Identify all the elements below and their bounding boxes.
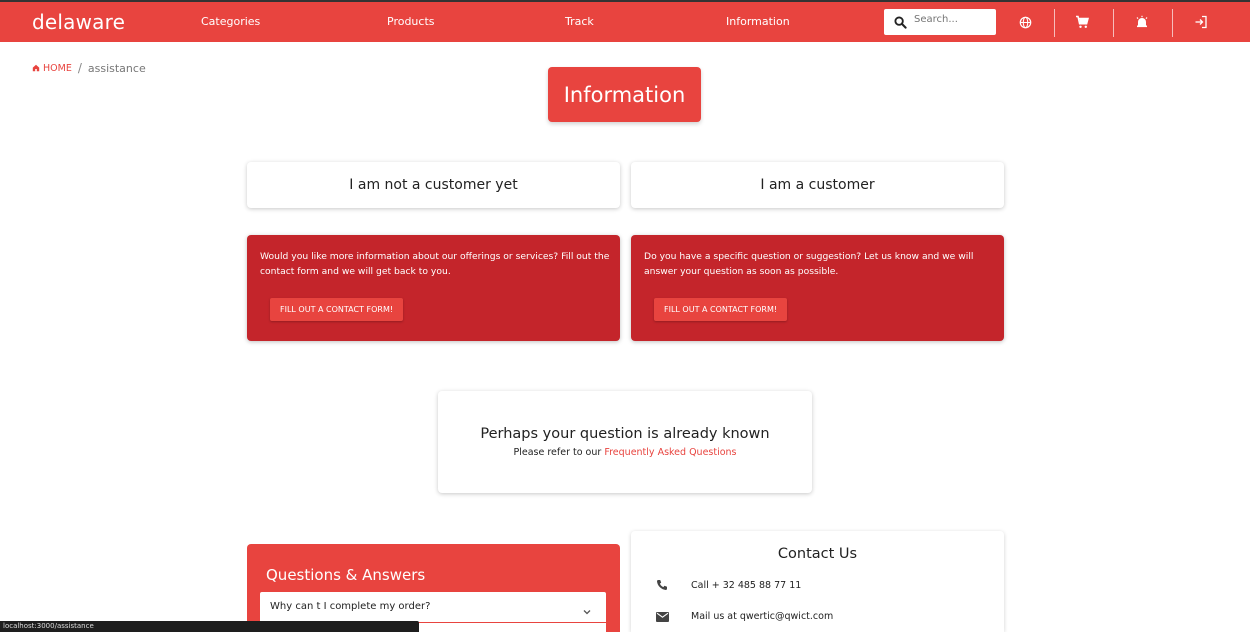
faq-prefix: Please refer to our — [513, 447, 602, 458]
faq-card: Perhaps your question is already known P… — [438, 391, 812, 493]
breadcrumb-current: assistance — [87, 61, 146, 75]
qa-panel: Questions & Answers Why can t I complete… — [247, 544, 620, 632]
toolbar-divider — [1172, 9, 1173, 37]
tab-not-customer[interactable]: I am not a customer yet — [247, 162, 620, 208]
contact-card: Contact Us Call + 32 485 88 77 11 Mail u… — [631, 531, 1004, 632]
customer-card-text: Do you have a specific question or sugge… — [644, 251, 974, 277]
brand-logo[interactable]: delaware — [32, 10, 125, 34]
breadcrumb-separator: / — [77, 61, 82, 75]
toolbar-divider — [1054, 9, 1055, 37]
contact-phone[interactable]: Call + 32 485 88 77 11 — [691, 580, 801, 591]
prospect-card-text: Would you like more information about ou… — [260, 251, 610, 277]
toolbar-divider — [1113, 9, 1114, 37]
qa-accordion-item[interactable]: Why can t I complete my order? — [260, 592, 606, 622]
top-nav-bar: delaware Categories Products Track Infor… — [0, 0, 1250, 42]
nav-track[interactable]: Track — [565, 15, 594, 28]
browser-status-bar: localhost:3000/assistance — [0, 621, 419, 632]
qa-question: Why can t I complete my order? — [270, 601, 431, 612]
nav-categories[interactable]: Categories — [201, 15, 260, 28]
contact-form-button[interactable]: FILL OUT A CONTACT FORM! — [654, 298, 788, 321]
search-icon — [894, 14, 907, 33]
customer-card: Do you have a specific question or sugge… — [631, 235, 1004, 341]
faq-link[interactable]: Frequently Asked Questions — [604, 447, 736, 458]
contact-title: Contact Us — [777, 546, 858, 562]
search-box[interactable] — [884, 9, 996, 35]
phone-icon — [655, 579, 669, 591]
contact-form-button[interactable]: FILL OUT A CONTACT FORM! — [270, 298, 404, 321]
notification-icon[interactable] — [1134, 14, 1150, 30]
tab-customer[interactable]: I am a customer — [631, 162, 1004, 208]
nav-products[interactable]: Products — [387, 15, 435, 28]
qa-title: Questions & Answers — [266, 566, 426, 584]
faq-subtitle: Please refer to our Frequently Asked Que… — [438, 447, 812, 458]
nav-information[interactable]: Information — [726, 15, 790, 28]
breadcrumb: HOME / assistance — [32, 61, 146, 75]
search-input[interactable] — [914, 14, 990, 25]
login-icon[interactable] — [1193, 14, 1209, 30]
contact-mail-row: Mail us at qwertic@qwict.com — [655, 611, 833, 622]
page-title: Information — [548, 67, 701, 122]
globe-icon[interactable] — [1017, 14, 1033, 30]
prospect-card: Would you like more information about ou… — [247, 235, 620, 341]
cart-icon[interactable] — [1074, 14, 1090, 30]
breadcrumb-home[interactable]: HOME — [32, 63, 72, 74]
chevron-down-icon — [582, 602, 592, 621]
home-icon — [32, 64, 40, 72]
contact-phone-row: Call + 32 485 88 77 11 — [655, 579, 801, 591]
faq-title: Perhaps your question is already known — [480, 426, 770, 442]
mail-icon — [655, 611, 669, 622]
contact-mail[interactable]: Mail us at qwertic@qwict.com — [691, 611, 833, 622]
breadcrumb-home-label: HOME — [43, 62, 72, 74]
